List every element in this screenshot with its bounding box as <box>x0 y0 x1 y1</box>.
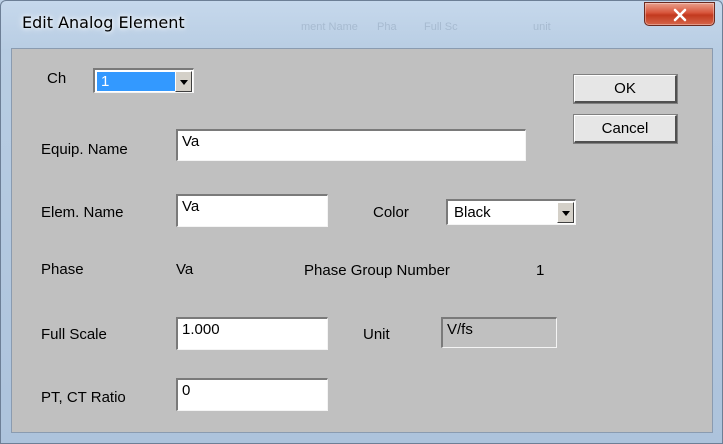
close-button[interactable] <box>644 2 715 26</box>
close-icon <box>673 8 687 22</box>
ratio-field[interactable]: 0 <box>176 378 328 411</box>
channel-dropdown-button[interactable] <box>175 71 192 92</box>
background-hint-4: unit <box>533 21 551 33</box>
dialog-body: Ch 1 OK Cancel Equip. Name Va Elem. Name… <box>11 48 713 433</box>
elem-name-label: Elem. Name <box>41 204 124 221</box>
chevron-down-icon <box>180 80 188 85</box>
dialog-window: Edit Analog Element ment Name Pha Full S… <box>0 0 723 444</box>
phase-group-label: Phase Group Number <box>304 262 450 279</box>
ratio-label: PT, CT Ratio <box>41 389 126 406</box>
channel-selected-value: 1 <box>97 72 175 91</box>
phase-label: Phase <box>41 261 84 278</box>
color-selected-value: Black <box>454 204 491 221</box>
background-hint-1: ment Name <box>301 21 358 33</box>
ch-label: Ch <box>47 70 67 87</box>
full-scale-field[interactable]: 1.000 <box>176 317 328 350</box>
title-bar[interactable]: Edit Analog Element ment Name Pha Full S… <box>1 1 722 47</box>
channel-select[interactable]: 1 <box>93 68 194 93</box>
elem-name-field[interactable]: Va <box>176 194 328 227</box>
equip-name-field[interactable]: Va <box>176 129 526 161</box>
background-hint-2: Pha <box>377 21 397 33</box>
unit-field: V/fs <box>441 317 557 348</box>
ok-button[interactable]: OK <box>573 74 678 104</box>
color-select[interactable]: Black <box>446 199 576 225</box>
chevron-down-icon <box>562 211 570 216</box>
color-dropdown-button[interactable] <box>557 202 574 223</box>
unit-label: Unit <box>363 326 390 343</box>
phase-value: Va <box>176 261 194 278</box>
color-label: Color <box>373 204 409 221</box>
phase-group-value: 1 <box>536 262 545 279</box>
background-hint-3: Full Sc <box>424 21 458 33</box>
full-scale-label: Full Scale <box>41 326 107 343</box>
window-title: Edit Analog Element <box>22 13 185 32</box>
cancel-button[interactable]: Cancel <box>573 114 678 144</box>
equip-name-label: Equip. Name <box>41 141 128 158</box>
